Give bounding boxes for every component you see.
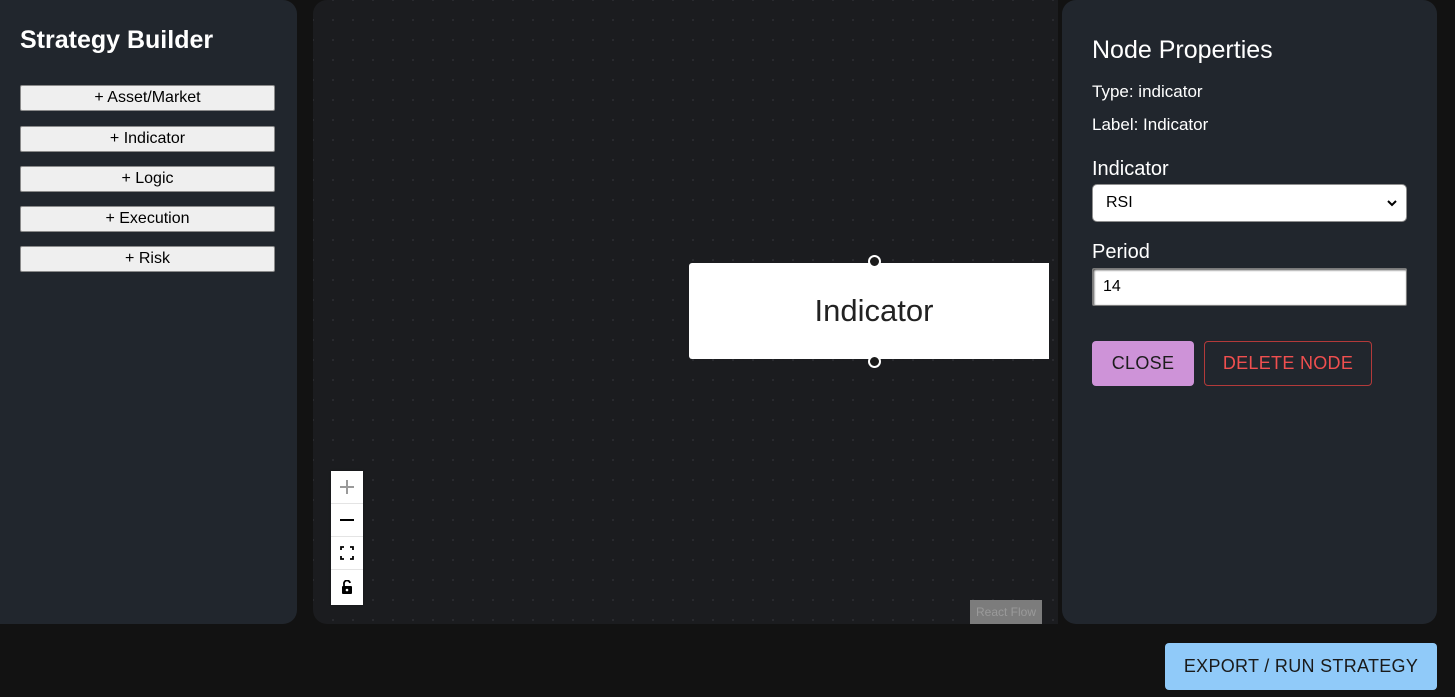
- flow-controls: [331, 471, 363, 605]
- period-field-label: Period: [1092, 241, 1150, 263]
- close-button[interactable]: CLOSE: [1092, 341, 1194, 386]
- add-execution-button[interactable]: + Execution: [20, 206, 275, 232]
- add-indicator-button[interactable]: + Indicator: [20, 126, 275, 152]
- unlock-icon: [342, 579, 352, 594]
- sidebar: Strategy Builder + Asset/Market + Indica…: [0, 0, 297, 624]
- panel-title: Node Properties: [1092, 36, 1273, 64]
- fit-view-button[interactable]: [331, 537, 363, 570]
- flow-canvas[interactable]: Indicator React Flow: [313, 0, 1058, 624]
- node-label: Indicator: [814, 293, 934, 328]
- add-risk-button[interactable]: + Risk: [20, 246, 275, 272]
- minus-icon: [340, 519, 354, 521]
- fit-view-icon: [340, 546, 354, 560]
- zoom-out-button[interactable]: [331, 504, 363, 537]
- indicator-node[interactable]: Indicator: [689, 263, 1049, 359]
- delete-node-button[interactable]: DELETE NODE: [1204, 341, 1372, 386]
- add-logic-button[interactable]: + Logic: [20, 166, 275, 192]
- node-target-handle[interactable]: [868, 255, 881, 268]
- node-label-text: Label: Indicator: [1092, 115, 1209, 134]
- sidebar-title: Strategy Builder: [20, 26, 214, 54]
- toggle-interactivity-button[interactable]: [331, 570, 363, 603]
- chevron-down-icon: [1387, 200, 1397, 207]
- node-type-text: Type: indicator: [1092, 82, 1203, 101]
- zoom-in-button[interactable]: [331, 471, 363, 504]
- indicator-select-value: RSI: [1106, 194, 1133, 211]
- export-run-strategy-button[interactable]: EXPORT / RUN STRATEGY: [1165, 643, 1437, 690]
- react-flow-attribution[interactable]: React Flow: [970, 600, 1042, 624]
- plus-icon: [340, 480, 354, 494]
- add-asset-market-button[interactable]: + Asset/Market: [20, 85, 275, 111]
- node-properties-panel: Node Properties Type: indicator Label: I…: [1062, 0, 1437, 624]
- node-source-handle[interactable]: [868, 355, 881, 368]
- indicator-select[interactable]: RSI: [1092, 184, 1407, 222]
- indicator-field-label: Indicator: [1092, 158, 1169, 180]
- period-input[interactable]: 14: [1092, 268, 1407, 306]
